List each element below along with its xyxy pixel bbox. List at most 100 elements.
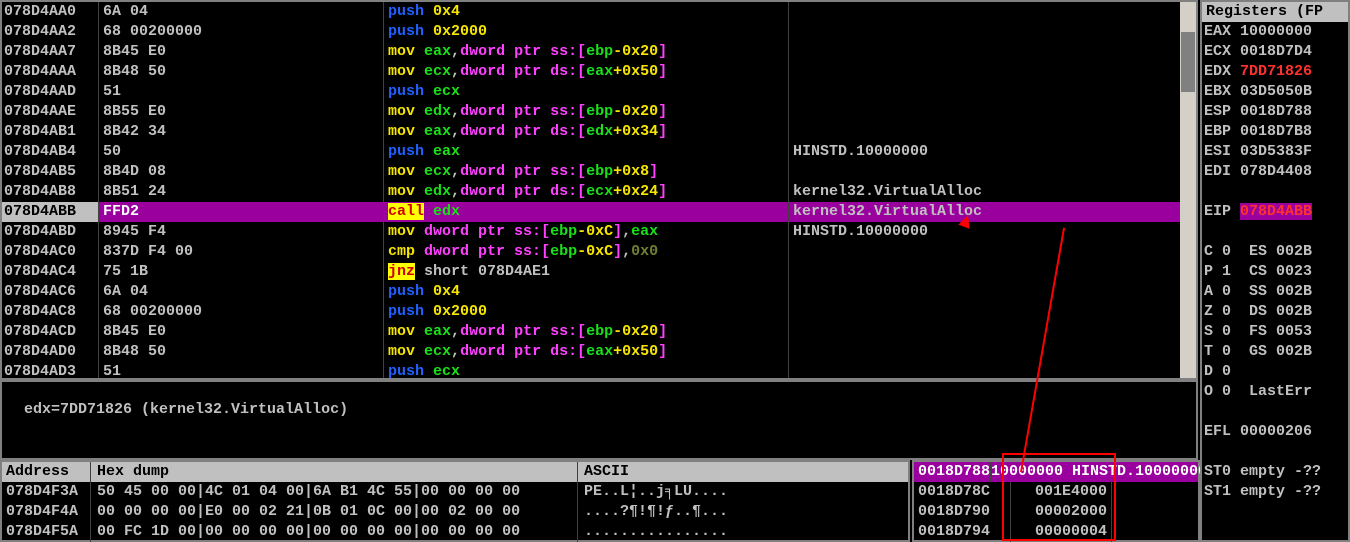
register-value: 10000000: [1240, 23, 1312, 40]
stack-row[interactable]: 0018D78810000000HINSTD.10000000: [914, 462, 1198, 482]
stack-pane[interactable]: 0018D78810000000HINSTD.100000000018D78C0…: [912, 460, 1200, 542]
disasm-row[interactable]: 078D4AA78B45 E0mov eax,dword ptr ss:[ebp…: [2, 42, 1196, 62]
disasm-address: 078D4ABD: [2, 222, 98, 242]
register-name: EAX: [1204, 23, 1231, 40]
fpu-row[interactable]: ST1 empty -??: [1202, 482, 1348, 502]
register-value: 03D5050B: [1240, 83, 1312, 100]
registers-pane[interactable]: Registers (FPEAX 10000000ECX 0018D7D4EDX…: [1200, 0, 1350, 542]
disasm-comment: [788, 102, 1196, 122]
disasm-row[interactable]: 078D4ABD8945 F4mov dword ptr ss:[ebp-0xC…: [2, 222, 1196, 242]
disasm-text: mov edx,dword ptr ds:[ecx+0x24]: [383, 182, 788, 202]
register-name: ESI: [1204, 143, 1231, 160]
disasm-row[interactable]: 078D4AA268 00200000push 0x2000: [2, 22, 1196, 42]
stack-address: 0018D794: [914, 522, 1010, 542]
scroll-thumb[interactable]: [1181, 32, 1195, 92]
hexdump-pane[interactable]: AddressHex dumpASCII078D4F3A50 45 00 00|…: [0, 460, 910, 542]
disasm-bytes: 8B48 50: [98, 342, 383, 362]
disasm-address: 078D4AC8: [2, 302, 98, 322]
register-eip-row[interactable]: EIP 078D4ABB: [1202, 202, 1348, 222]
disasm-comment: [788, 362, 1196, 380]
disasm-bytes: 8B45 E0: [98, 42, 383, 62]
disasm-row[interactable]: 078D4AB450push eaxHINSTD.10000000: [2, 142, 1196, 162]
register-eip-value: 078D4ABB: [1240, 203, 1312, 220]
disasm-row[interactable]: 078D4AAD51push ecx: [2, 82, 1196, 102]
stack-address: 0018D788: [914, 462, 990, 482]
register-name: EDX: [1204, 63, 1231, 80]
disasm-comment: HINSTD.10000000: [788, 142, 1196, 162]
register-value: 7DD71826: [1240, 63, 1312, 80]
disasm-address: 078D4AB1: [2, 122, 98, 142]
disasm-bytes: 50: [98, 142, 383, 162]
disasm-text: push ecx: [383, 82, 788, 102]
fpu-row[interactable]: ST0 empty -??: [1202, 462, 1348, 482]
stack-value: 10000000: [990, 462, 1067, 482]
disasm-address: 078D4AB8: [2, 182, 98, 202]
info-bar-text: edx=7DD71826 (kernel32.VirtualAlloc): [24, 401, 348, 418]
register-name: ECX: [1204, 43, 1231, 60]
dump-row[interactable]: 078D4F5A00 FC 1D 00|00 00 00 00|00 00 00…: [2, 522, 908, 542]
register-row[interactable]: EDI 078D4408: [1202, 162, 1348, 182]
dump-hex: 00 00 00 00|E0 00 02 21|0B 01 0C 00|00 0…: [90, 502, 577, 522]
stack-row[interactable]: 0018D79000002000: [914, 502, 1198, 522]
stack-address: 0018D790: [914, 502, 1010, 522]
disasm-bytes: 68 00200000: [98, 22, 383, 42]
disasm-address: 078D4AAA: [2, 62, 98, 82]
disasm-bytes: FFD2: [98, 202, 383, 222]
disasm-row[interactable]: 078D4AB88B51 24mov edx,dword ptr ds:[ecx…: [2, 182, 1196, 202]
disassembly-pane[interactable]: 078D4AA06A 04push 0x4078D4AA268 00200000…: [0, 0, 1198, 380]
disasm-row[interactable]: 078D4AC0837D F4 00cmp dword ptr ss:[ebp-…: [2, 242, 1196, 262]
dump-row[interactable]: 078D4F3A50 45 00 00|4C 01 04 00|6A B1 4C…: [2, 482, 908, 502]
disasm-bytes: 51: [98, 82, 383, 102]
disasm-row[interactable]: 078D4AB18B42 34mov eax,dword ptr ds:[edx…: [2, 122, 1196, 142]
register-row[interactable]: ESP 0018D788: [1202, 102, 1348, 122]
dump-ascii: ................: [577, 522, 908, 542]
register-row[interactable]: ESI 03D5383F: [1202, 142, 1348, 162]
disasm-row[interactable]: 078D4AC475 1Bjnz short 078D4AE1: [2, 262, 1196, 282]
disasm-bytes: 8B48 50: [98, 62, 383, 82]
disasm-row[interactable]: 078D4ACD8B45 E0mov eax,dword ptr ss:[ebp…: [2, 322, 1196, 342]
disasm-row[interactable]: 078D4AD351push ecx: [2, 362, 1196, 380]
disasm-row[interactable]: 078D4AD08B48 50mov ecx,dword ptr ds:[eax…: [2, 342, 1196, 362]
flag-row[interactable]: T 0 GS 002B: [1202, 342, 1348, 362]
register-value: 03D5383F: [1240, 143, 1312, 160]
disasm-text: cmp dword ptr ss:[ebp-0xC],0x0: [383, 242, 788, 262]
disasm-bytes: 8945 F4: [98, 222, 383, 242]
stack-row[interactable]: 0018D78C001E4000: [914, 482, 1198, 502]
flag-row[interactable]: C 0 ES 002B: [1202, 242, 1348, 262]
disasm-text: mov ecx,dword ptr ss:[ebp+0x8]: [383, 162, 788, 182]
disasm-scrollbar[interactable]: [1180, 2, 1196, 378]
flag-row[interactable]: D 0: [1202, 362, 1348, 382]
stack-row[interactable]: 0018D79400000004: [914, 522, 1198, 542]
disasm-row[interactable]: 078D4ABBFFD2call edxkernel32.VirtualAllo…: [2, 202, 1196, 222]
dump-row[interactable]: 078D4F4A00 00 00 00|E0 00 02 21|0B 01 0C…: [2, 502, 908, 522]
flag-row[interactable]: Z 0 DS 002B: [1202, 302, 1348, 322]
disasm-row[interactable]: 078D4AC66A 04push 0x4: [2, 282, 1196, 302]
flag-row[interactable]: A 0 SS 002B: [1202, 282, 1348, 302]
register-name: EDI: [1204, 163, 1231, 180]
disasm-text: mov edx,dword ptr ss:[ebp-0x20]: [383, 102, 788, 122]
disasm-row[interactable]: 078D4AB58B4D 08mov ecx,dword ptr ss:[ebp…: [2, 162, 1196, 182]
register-efl-row[interactable]: EFL 00000206: [1202, 422, 1348, 442]
disasm-text: mov eax,dword ptr ss:[ebp-0x20]: [383, 42, 788, 62]
register-row[interactable]: EDX 7DD71826: [1202, 62, 1348, 82]
disasm-address: 078D4AC4: [2, 262, 98, 282]
flag-row[interactable]: O 0 LastErr: [1202, 382, 1348, 402]
register-row[interactable]: ECX 0018D7D4: [1202, 42, 1348, 62]
disasm-row[interactable]: 078D4AAA8B48 50mov ecx,dword ptr ds:[eax…: [2, 62, 1196, 82]
stack-comment: [1111, 502, 1198, 522]
disasm-row[interactable]: 078D4AC868 00200000push 0x2000: [2, 302, 1196, 322]
registers-title: Registers (FP: [1202, 2, 1348, 22]
disasm-text: mov eax,dword ptr ds:[edx+0x34]: [383, 122, 788, 142]
disasm-comment: [788, 122, 1196, 142]
disasm-row[interactable]: 078D4AA06A 04push 0x4: [2, 2, 1196, 22]
register-row[interactable]: EBX 03D5050B: [1202, 82, 1348, 102]
flag-row[interactable]: S 0 FS 0053: [1202, 322, 1348, 342]
stack-value: 001E4000: [1010, 482, 1111, 502]
disasm-bytes: 8B4D 08: [98, 162, 383, 182]
register-row[interactable]: EBP 0018D7B8: [1202, 122, 1348, 142]
disasm-row[interactable]: 078D4AAE8B55 E0mov edx,dword ptr ss:[ebp…: [2, 102, 1196, 122]
disasm-comment: [788, 162, 1196, 182]
register-row[interactable]: EAX 10000000: [1202, 22, 1348, 42]
flag-row[interactable]: P 1 CS 0023: [1202, 262, 1348, 282]
stack-comment: [1111, 482, 1198, 502]
